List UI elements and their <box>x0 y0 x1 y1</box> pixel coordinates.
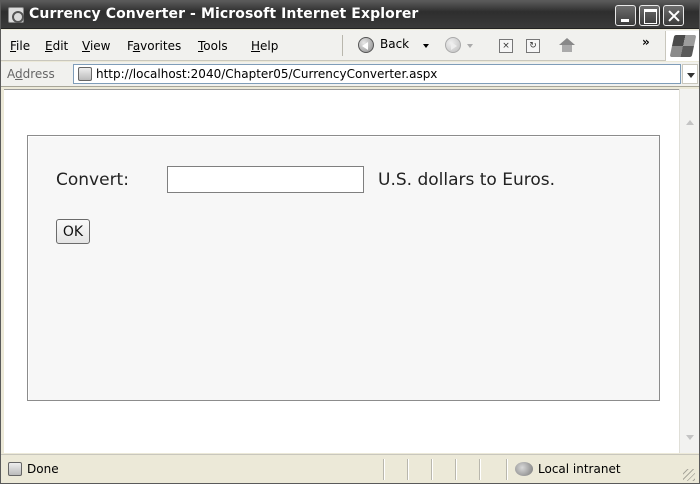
toolbar-separator <box>342 35 343 56</box>
page-icon <box>78 67 92 81</box>
security-zone-text: Local intranet <box>538 462 621 476</box>
status-divider <box>431 459 432 480</box>
window-title: Currency Converter - Microsoft Internet … <box>29 6 419 22</box>
home-icon[interactable] <box>559 38 575 52</box>
address-label: Address <box>7 67 55 81</box>
ie-page-icon <box>8 7 24 23</box>
currency-suffix-label: U.S. dollars to Euros. <box>378 170 556 190</box>
vertical-scrollbar[interactable] <box>679 89 699 453</box>
status-divider <box>506 459 507 480</box>
back-dropdown-icon[interactable] <box>423 44 429 48</box>
title-bar[interactable]: Currency Converter - Microsoft Internet … <box>1 1 699 29</box>
local-intranet-icon <box>515 462 533 476</box>
menu-edit[interactable]: Edit <box>45 39 68 53</box>
ok-button[interactable]: OK <box>56 219 90 244</box>
minimize-button[interactable] <box>615 5 636 26</box>
convert-label: Convert: <box>56 170 129 190</box>
forward-dropdown-icon[interactable] <box>467 44 473 48</box>
status-text: Done <box>27 462 59 476</box>
address-field[interactable]: http://localhost:2040/Chapter05/Currency… <box>73 64 681 84</box>
converter-panel: Convert: U.S. dollars to Euros. OK <box>27 135 660 401</box>
status-divider <box>479 459 480 480</box>
menu-tools[interactable]: Tools <box>198 39 228 53</box>
status-bar: Done Local intranet <box>1 454 699 483</box>
toolbar-overflow-icon[interactable]: » <box>642 35 650 49</box>
resize-grip-icon[interactable] <box>683 469 695 481</box>
maximize-button[interactable] <box>639 5 660 26</box>
address-dropdown-button[interactable] <box>682 64 698 84</box>
close-button[interactable] <box>663 5 684 26</box>
status-divider <box>455 459 456 480</box>
scroll-up-icon[interactable] <box>686 120 694 125</box>
browser-window: Currency Converter - Microsoft Internet … <box>0 0 700 484</box>
menu-file[interactable]: File <box>10 39 30 53</box>
address-url[interactable]: http://localhost:2040/Chapter05/Currency… <box>96 67 437 81</box>
refresh-icon[interactable]: ↻ <box>526 39 540 53</box>
page-content: Convert: U.S. dollars to Euros. OK <box>4 89 679 453</box>
amount-input[interactable] <box>167 166 364 193</box>
back-arrow-icon <box>358 37 374 53</box>
done-page-icon <box>8 462 22 476</box>
status-divider <box>407 459 408 480</box>
back-label: Back <box>380 37 410 51</box>
menu-view[interactable]: View <box>82 39 110 53</box>
menu-toolbar-row: File Edit View Favorites Tools Help Back… <box>1 30 699 61</box>
menu-favorites[interactable]: Favorites <box>127 39 181 53</box>
menu-help[interactable]: Help <box>251 39 278 53</box>
windows-logo-icon <box>665 31 699 61</box>
stop-icon[interactable]: × <box>499 39 513 53</box>
status-divider <box>383 459 384 480</box>
scroll-down-icon[interactable] <box>686 435 694 440</box>
forward-arrow-icon[interactable] <box>445 37 461 53</box>
address-bar: Address http://localhost:2040/Chapter05/… <box>1 62 699 87</box>
